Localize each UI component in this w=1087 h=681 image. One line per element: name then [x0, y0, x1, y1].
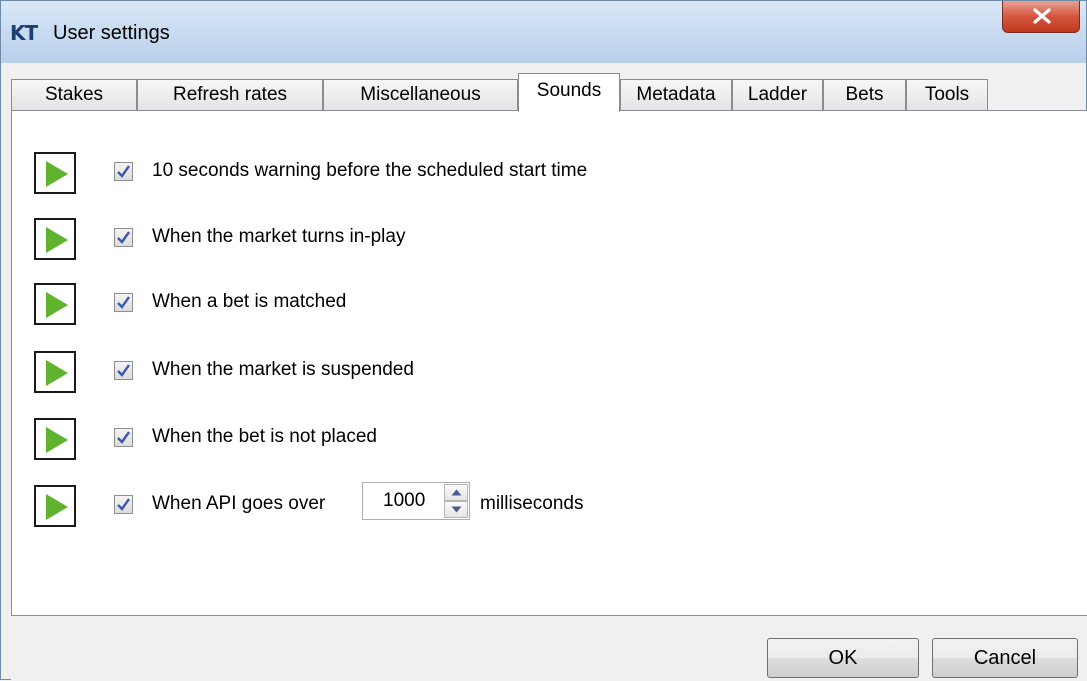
close-button[interactable]: [1002, 1, 1080, 33]
sound-checkbox[interactable]: [114, 428, 133, 447]
sound-checkbox[interactable]: [114, 162, 133, 181]
checkmark-icon: [117, 296, 130, 309]
stepper-up-button[interactable]: [444, 484, 468, 501]
tab-strip: Stakes Refresh rates Miscellaneous Sound…: [11, 73, 1083, 112]
chevron-up-icon: [451, 489, 462, 496]
sound-checkbox[interactable]: [114, 293, 133, 312]
user-settings-window: KT User settings Stakes Refresh rates Mi…: [0, 0, 1087, 681]
stepper-down-button[interactable]: [444, 501, 468, 518]
play-icon: [46, 427, 68, 453]
sound-label: When the bet is not placed: [152, 426, 377, 447]
checkmark-icon: [117, 231, 130, 244]
cancel-button[interactable]: Cancel: [932, 638, 1078, 678]
sound-row: When a bet is matched: [12, 283, 1012, 333]
sound-row: When the bet is not placed: [12, 418, 1012, 468]
tab-stakes[interactable]: Stakes: [11, 79, 137, 111]
sound-row: When API goes over 1000 milliseconds: [12, 482, 1012, 535]
sound-label: When API goes over: [152, 493, 326, 514]
app-logo-icon: KT: [10, 21, 38, 45]
tab-miscellaneous[interactable]: Miscellaneous: [323, 79, 518, 111]
play-icon: [46, 227, 68, 253]
tab-bets[interactable]: Bets: [823, 79, 906, 111]
play-sound-button[interactable]: [34, 152, 76, 194]
tab-refresh-rates[interactable]: Refresh rates: [137, 79, 323, 111]
checkmark-icon: [117, 498, 130, 511]
sound-checkbox[interactable]: [114, 361, 133, 380]
api-threshold-value[interactable]: 1000: [383, 489, 425, 513]
sound-row: When the market turns in-play: [12, 218, 1012, 268]
api-threshold-unit: milliseconds: [480, 493, 584, 514]
play-sound-button[interactable]: [34, 218, 76, 260]
api-threshold-stepper[interactable]: 1000: [362, 482, 470, 520]
ok-button[interactable]: OK: [767, 638, 919, 678]
play-sound-button[interactable]: [34, 418, 76, 460]
sound-checkbox[interactable]: [114, 495, 133, 514]
sounds-panel: 10 seconds warning before the scheduled …: [11, 110, 1087, 616]
tab-sounds[interactable]: Sounds: [518, 73, 620, 112]
title-bar[interactable]: KT User settings: [1, 1, 1086, 63]
play-icon: [46, 360, 68, 386]
sound-row: When the market is suspended: [12, 351, 1012, 401]
window-title: User settings: [53, 22, 170, 44]
chevron-down-icon: [451, 506, 462, 513]
checkmark-icon: [117, 165, 130, 178]
play-icon: [46, 494, 68, 520]
checkmark-icon: [117, 431, 130, 444]
checkmark-icon: [117, 364, 130, 377]
play-icon: [46, 161, 68, 187]
tab-tools[interactable]: Tools: [906, 79, 988, 111]
close-icon: [1033, 8, 1051, 24]
play-sound-button[interactable]: [34, 485, 76, 527]
play-icon: [46, 292, 68, 318]
sound-row: 10 seconds warning before the scheduled …: [12, 152, 1012, 202]
sound-label: When the market is suspended: [152, 359, 414, 380]
sound-checkbox[interactable]: [114, 228, 133, 247]
play-sound-button[interactable]: [34, 351, 76, 393]
play-sound-button[interactable]: [34, 283, 76, 325]
sound-label: When the market turns in-play: [152, 226, 406, 247]
sound-label: When a bet is matched: [152, 291, 347, 312]
tab-metadata[interactable]: Metadata: [620, 79, 732, 111]
tab-ladder[interactable]: Ladder: [732, 79, 823, 111]
sound-label: 10 seconds warning before the scheduled …: [152, 160, 588, 181]
stepper-buttons: [444, 484, 468, 518]
dialog-footer: OK Cancel: [11, 616, 1087, 681]
